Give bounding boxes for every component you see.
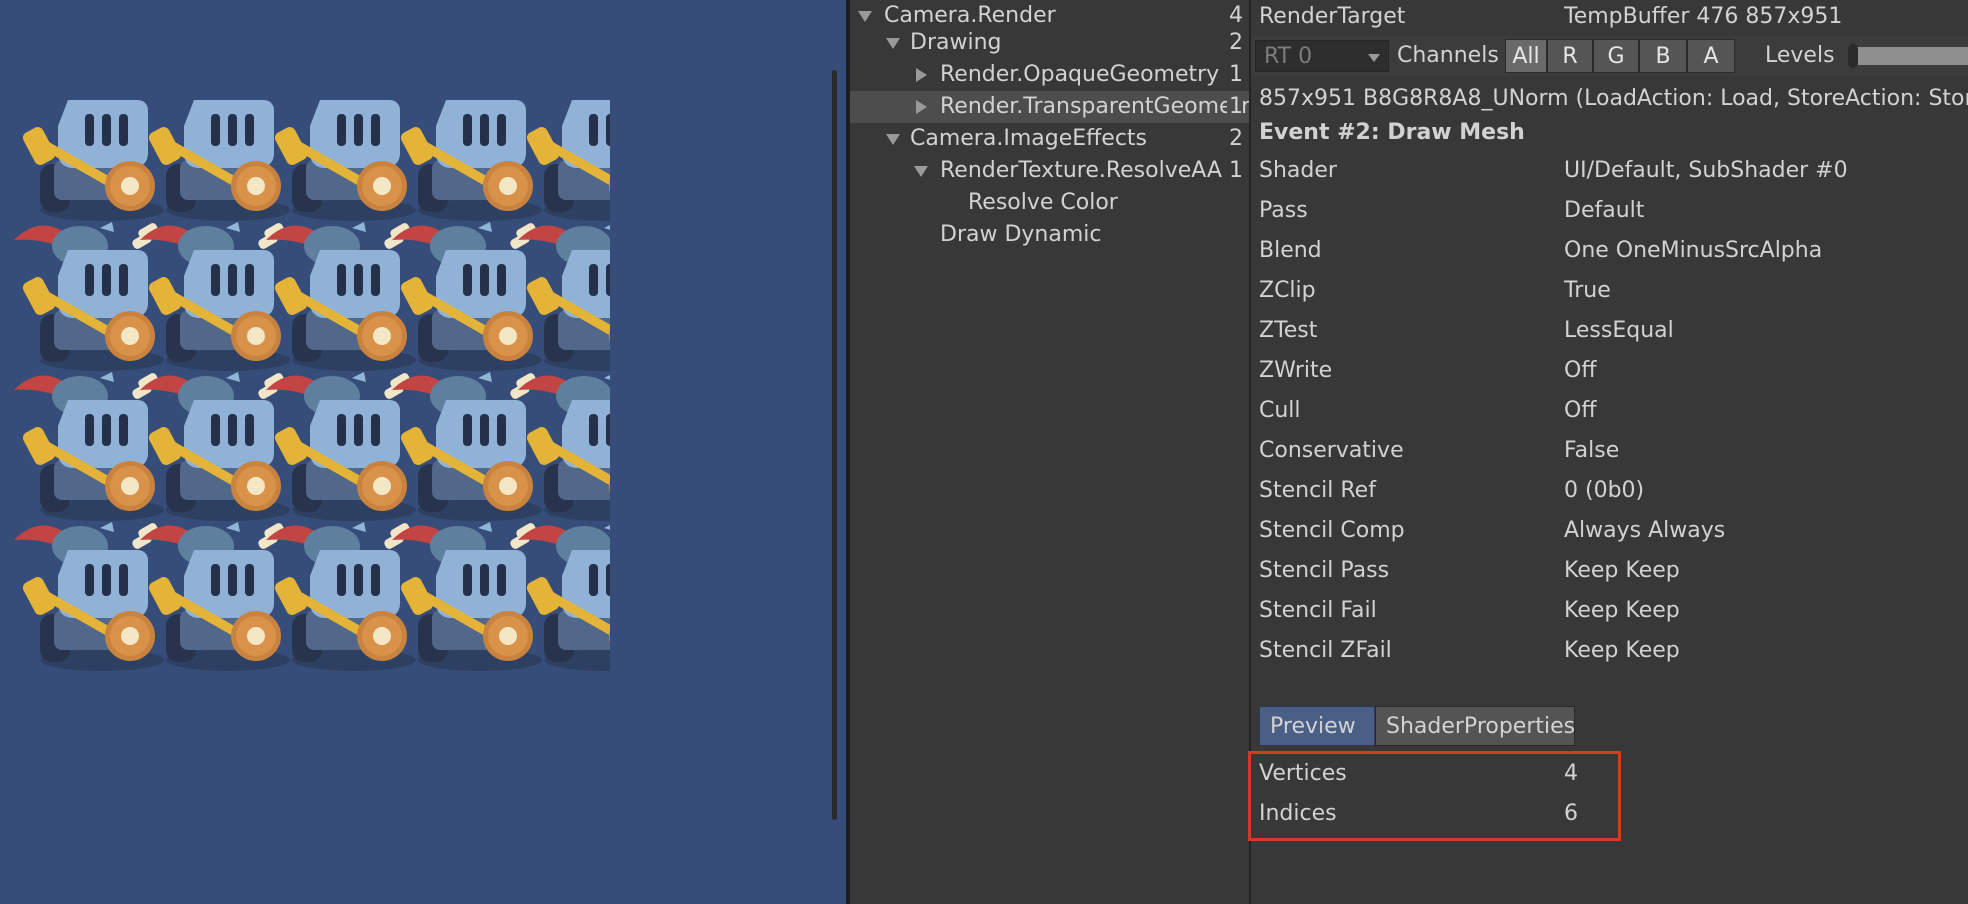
chevron-down-icon [1368, 54, 1380, 62]
render-target-toolbar: RT 0 Channels All R G B A Levels [1251, 36, 1968, 76]
tree-item-render-opaque-geometry[interactable]: Render.OpaqueGeometry 1 [850, 59, 1249, 91]
tree-item-camera-image-effects[interactable]: Camera.ImageEffects 2 [850, 123, 1249, 155]
property-value: 0 (0b0) [1564, 478, 1645, 503]
tree-item-label: Render.TransparentGeometry [940, 94, 1249, 119]
expand-arrow-icon[interactable] [858, 11, 872, 22]
tree-item-count: 1 [1227, 91, 1243, 123]
sprite-grid [14, 100, 610, 671]
expand-arrow-icon[interactable] [886, 38, 900, 49]
annotation-highlight-box [1248, 751, 1621, 841]
property-key: Stencil Comp [1259, 518, 1405, 543]
tree-item-draw-dynamic[interactable]: Draw Dynamic [850, 219, 1249, 251]
property-key: Stencil Ref [1259, 478, 1376, 503]
property-row: Conservative False [1259, 436, 1619, 466]
collapse-arrow-icon[interactable] [916, 100, 927, 114]
game-view [0, 0, 846, 904]
property-row: ZClip True [1259, 276, 1611, 306]
render-target-dropdown[interactable]: RT 0 [1255, 40, 1389, 72]
channel-b-button[interactable]: B [1639, 39, 1687, 73]
levels-slider-handle[interactable] [1848, 44, 1858, 68]
property-row: Pass Default [1259, 196, 1644, 226]
tree-item-render-transparent-geometry[interactable]: Render.TransparentGeometry 1 [850, 91, 1249, 123]
property-value: One OneMinusSrcAlpha [1564, 238, 1823, 263]
property-value: UI/Default, SubShader #0 [1564, 158, 1848, 183]
property-value: Keep Keep [1564, 638, 1680, 663]
tab-shader-properties[interactable]: ShaderProperties [1375, 706, 1575, 746]
channel-a-button[interactable]: A [1687, 39, 1735, 73]
property-key: Cull [1259, 398, 1301, 423]
tree-item-drawing[interactable]: Drawing 2 [850, 27, 1249, 59]
event-hierarchy[interactable]: Camera.Render 4 Drawing 2 Render.OpaqueG… [850, 0, 1249, 904]
game-view-scrollbar[interactable] [832, 70, 837, 820]
event-title: Event #2: Draw Mesh [1259, 120, 1525, 145]
property-row: ZWrite Off [1259, 356, 1596, 386]
property-row: Stencil ZFail Keep Keep [1259, 636, 1680, 666]
property-row: Shader UI/Default, SubShader #0 [1259, 156, 1848, 186]
property-row: Blend One OneMinusSrcAlpha [1259, 236, 1822, 266]
property-key: Shader [1259, 158, 1337, 183]
property-value: Off [1564, 398, 1597, 423]
tree-item-label: Camera.ImageEffects [910, 126, 1148, 151]
property-key: ZWrite [1259, 358, 1333, 383]
tree-item-label: Render.OpaqueGeometry [940, 62, 1220, 87]
property-key: Stencil Fail [1259, 598, 1377, 623]
expand-arrow-icon[interactable] [886, 134, 900, 145]
tree-item-resolve-color[interactable]: Resolve Color [850, 187, 1249, 219]
render-target-dropdown-value: RT 0 [1264, 44, 1313, 69]
tab-preview[interactable]: Preview [1259, 706, 1375, 746]
property-key: Stencil Pass [1259, 558, 1390, 583]
tree-item-count: 1 [1227, 155, 1243, 187]
property-value: Always Always [1564, 518, 1726, 543]
sprite-tiles [14, 100, 610, 671]
property-value: Off [1564, 358, 1597, 383]
render-target-row: RenderTarget TempBuffer 476 857x951 [1259, 2, 1842, 32]
property-key: Stencil ZFail [1259, 638, 1392, 663]
channel-all-button[interactable]: All [1505, 39, 1547, 73]
tree-item-count: 1 [1227, 59, 1243, 91]
property-key: Blend [1259, 238, 1322, 263]
levels-label: Levels [1765, 43, 1835, 68]
property-value: False [1564, 438, 1620, 463]
property-row: Stencil Ref 0 (0b0) [1259, 476, 1644, 506]
channels-label: Channels [1397, 43, 1499, 68]
tree-item-label: Draw Dynamic [940, 222, 1102, 247]
property-row: Stencil Comp Always Always [1259, 516, 1725, 546]
property-value: Keep Keep [1564, 598, 1680, 623]
tree-item-count: 2 [1227, 123, 1243, 155]
property-value: LessEqual [1564, 318, 1674, 343]
property-key: ZTest [1259, 318, 1318, 343]
property-value: Default [1564, 198, 1645, 223]
property-row: Stencil Fail Keep Keep [1259, 596, 1680, 626]
tree-item-render-texture-resolve-aa[interactable]: RenderTexture.ResolveAA 1 [850, 155, 1249, 187]
property-key: ZClip [1259, 278, 1316, 303]
property-row: Stencil Pass Keep Keep [1259, 556, 1680, 586]
property-key: Pass [1259, 198, 1308, 223]
format-line: 857x951 B8G8R8A8_UNorm (LoadAction: Load… [1259, 86, 1968, 111]
tree-item-count: 2 [1227, 27, 1243, 59]
tree-item-label: Resolve Color [968, 190, 1118, 215]
property-value: Keep Keep [1564, 558, 1680, 583]
channel-g-button[interactable]: G [1593, 39, 1639, 73]
collapse-arrow-icon[interactable] [916, 68, 927, 82]
property-row: Cull Off [1259, 396, 1596, 426]
channel-r-button[interactable]: R [1547, 39, 1593, 73]
render-target-value: TempBuffer 476 857x951 [1564, 4, 1843, 29]
levels-slider[interactable] [1848, 47, 1968, 65]
tree-item-label: RenderTexture.ResolveAA [940, 158, 1222, 183]
expand-arrow-icon[interactable] [914, 166, 928, 177]
property-value: True [1564, 278, 1611, 303]
render-target-label: RenderTarget [1259, 4, 1406, 29]
tree-item-label: Drawing [910, 30, 1002, 55]
property-row: ZTest LessEqual [1259, 316, 1674, 346]
property-key: Conservative [1259, 438, 1404, 463]
